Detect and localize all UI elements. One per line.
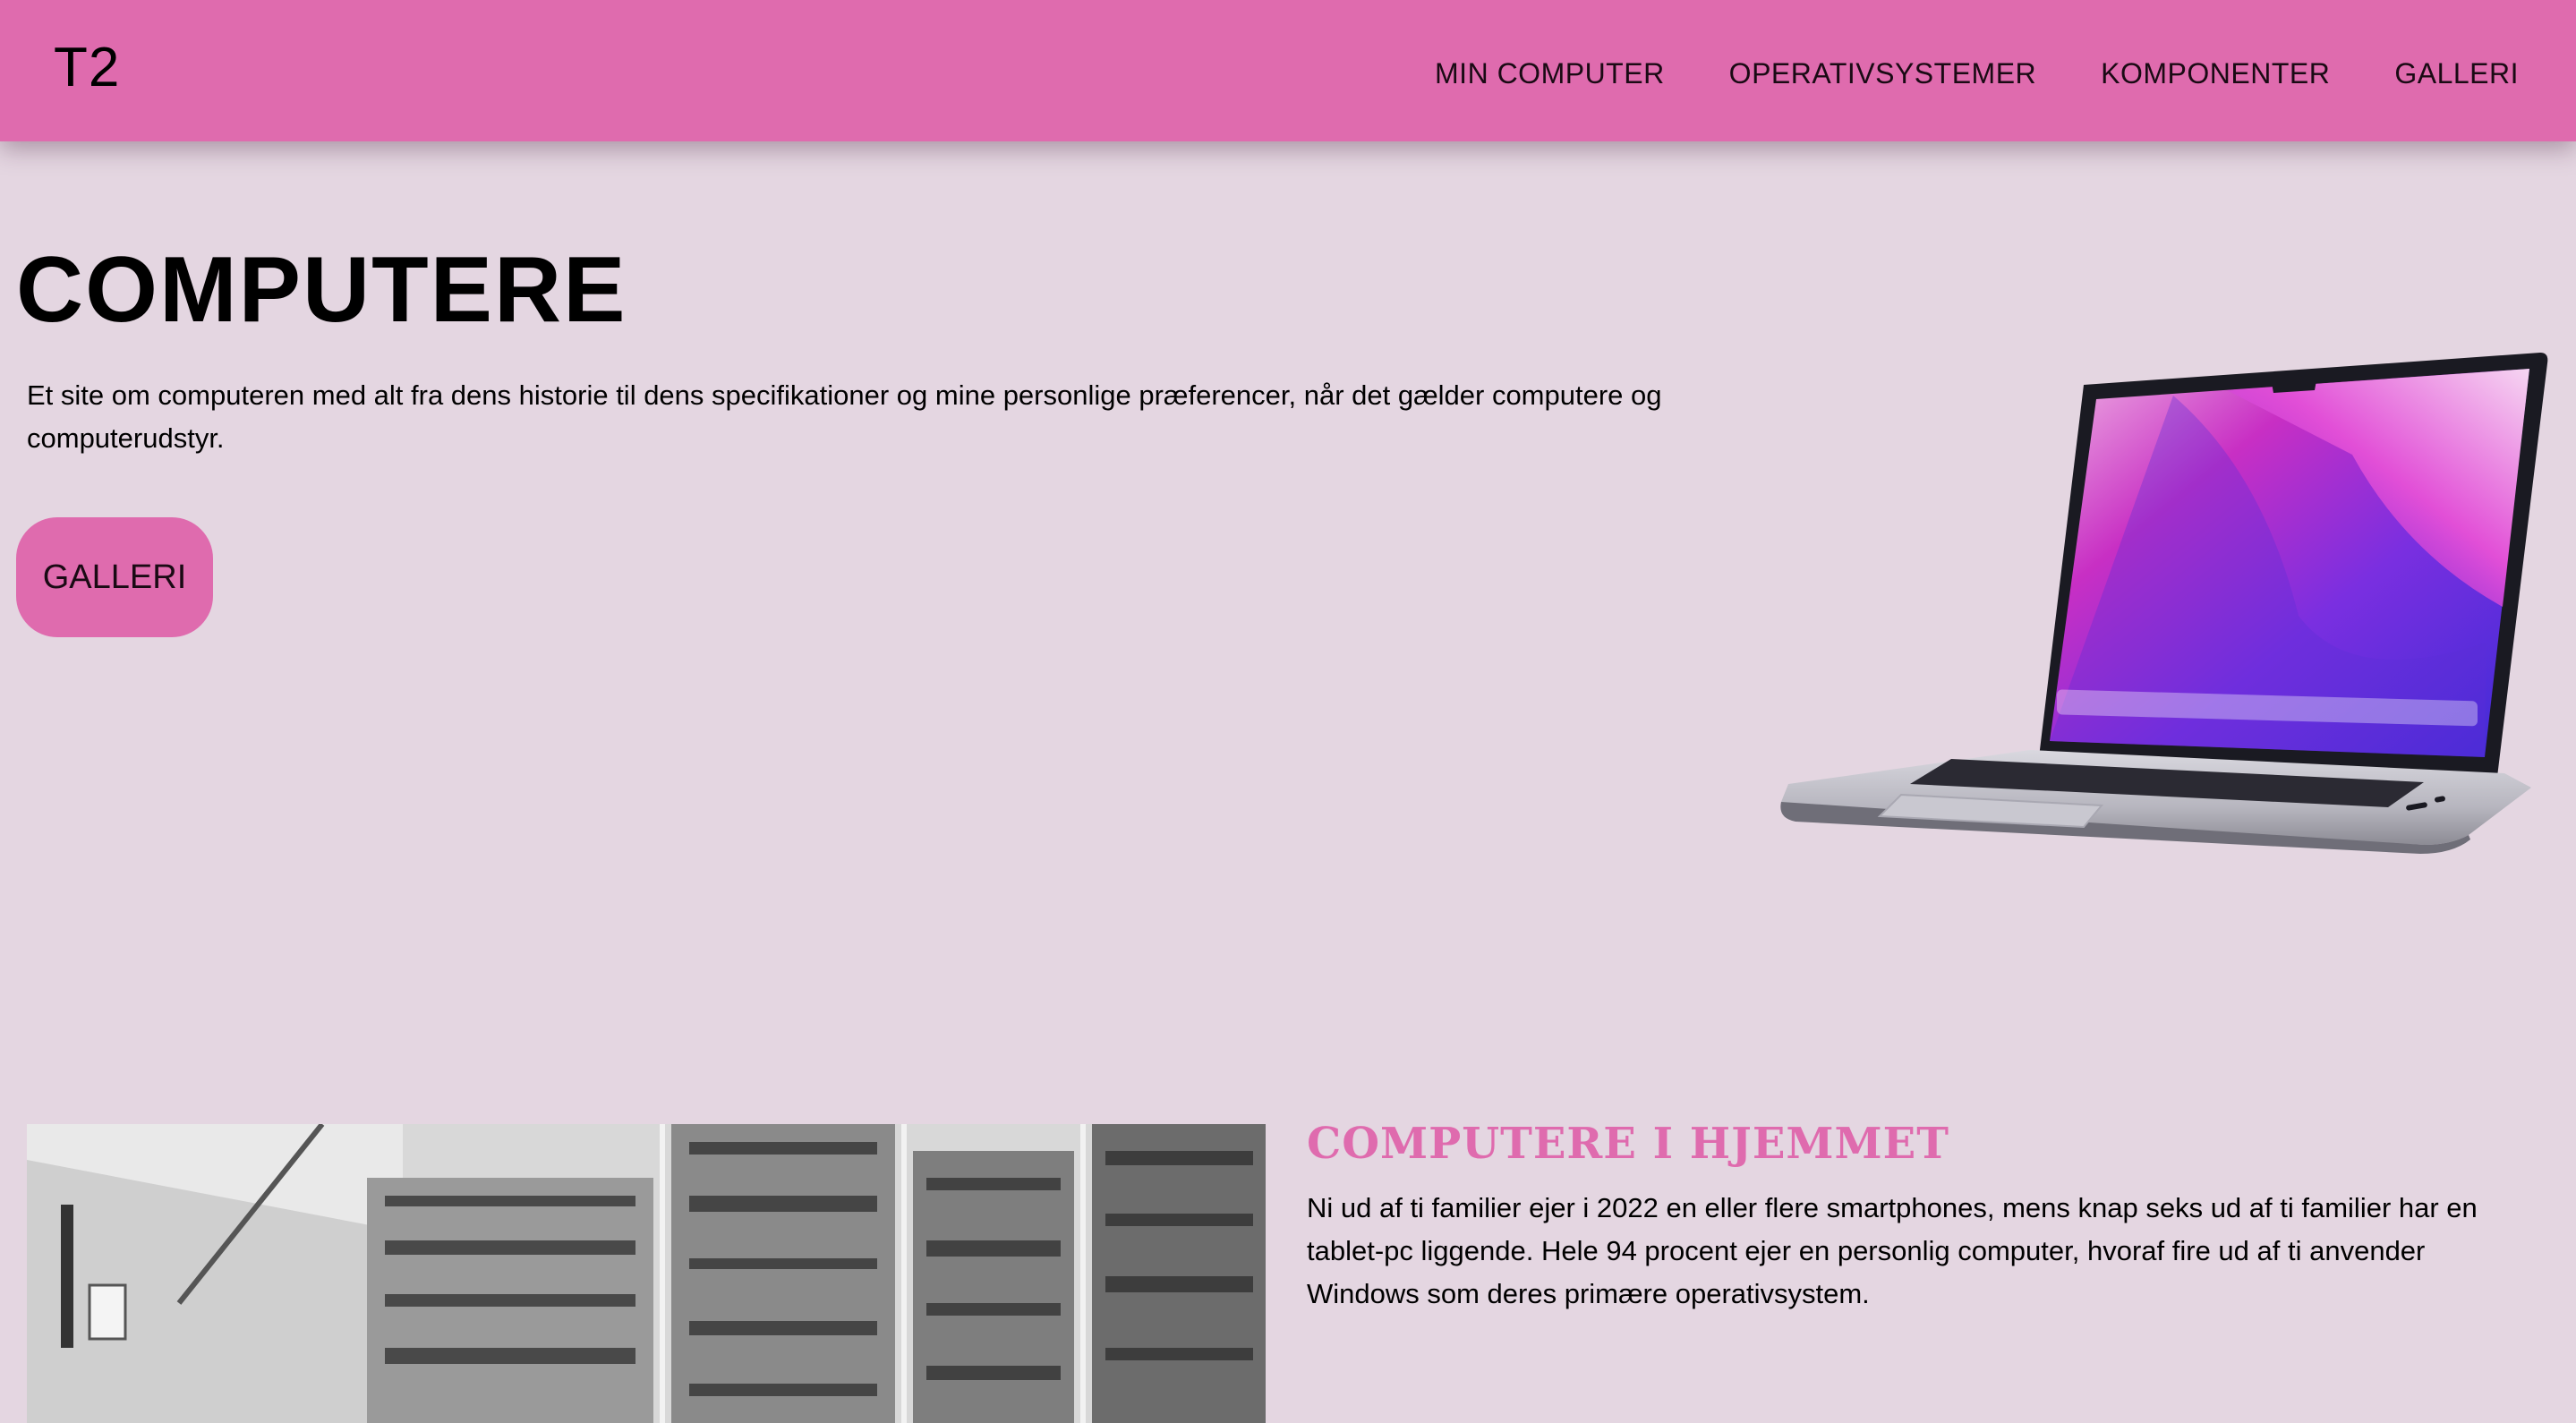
nav-link-galleri[interactable]: GALLERI	[2394, 57, 2519, 90]
laptop-image	[1780, 353, 2548, 854]
section-home-title: COMPUTERE I HJEMMET	[1307, 1119, 1949, 1169]
hero-description: Et site om computeren med alt fra dens h…	[27, 379, 1662, 454]
main-nav: MIN COMPUTER OPERATIVSYSTEMER KOMPONENTE…	[1435, 57, 2519, 90]
nav-item-komponenter: KOMPONENTER	[2101, 57, 2330, 90]
site-logo[interactable]: T2	[54, 36, 120, 99]
hero-title: COMPUTERE	[16, 238, 627, 342]
nav-link-operativsystemer[interactable]: OPERATIVSYSTEMER	[1729, 57, 2036, 90]
section-home-text: Ni ud af ti familier ejer i 2022 en elle…	[1307, 1192, 2478, 1309]
gallery-button[interactable]: GALLERI	[16, 517, 213, 637]
nav-item-min-computer: MIN COMPUTER	[1435, 57, 1665, 90]
nav-link-komponenter[interactable]: KOMPONENTER	[2101, 57, 2330, 90]
top-navigation-bar: T2 MIN COMPUTER OPERATIVSYSTEMER KOMPONE…	[0, 0, 2576, 141]
historic-computer-photo	[27, 1124, 1266, 1423]
nav-item-operativsystemer: OPERATIVSYSTEMER	[1729, 57, 2036, 90]
nav-link-min-computer[interactable]: MIN COMPUTER	[1435, 57, 1665, 90]
nav-item-galleri: GALLERI	[2394, 57, 2519, 90]
